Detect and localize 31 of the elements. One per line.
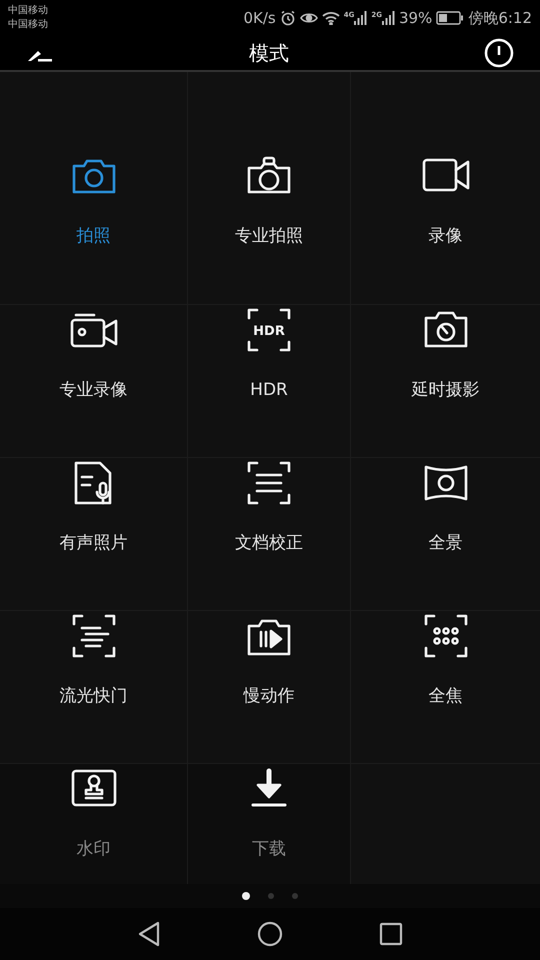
battery-percent: 39% bbox=[398, 9, 432, 27]
battery-icon bbox=[436, 11, 464, 25]
mode-option[interactable]: 录像 bbox=[351, 72, 540, 246]
info-icon[interactable] bbox=[484, 38, 514, 68]
carrier-name: 中国移动 bbox=[8, 4, 48, 18]
alarm-icon bbox=[280, 10, 296, 26]
recent-apps-icon[interactable] bbox=[379, 922, 403, 946]
mode-option[interactable]: 流光快门 bbox=[0, 611, 187, 706]
mode-option[interactable]: 专业拍照 bbox=[188, 72, 350, 246]
clock-time: 傍晚6:12 bbox=[468, 8, 532, 28]
mode-option[interactable]: 全焦 bbox=[351, 611, 540, 706]
mode-option[interactable]: 延时摄影 bbox=[351, 305, 540, 400]
back-icon[interactable] bbox=[137, 921, 161, 947]
home-icon[interactable] bbox=[257, 921, 283, 947]
signal-icon bbox=[354, 11, 368, 25]
document-scan-icon bbox=[245, 459, 293, 507]
mode-option[interactable]: 有声照片 bbox=[0, 458, 187, 553]
mode-option[interactable]: 全景 bbox=[351, 458, 540, 553]
mode-option[interactable]: 文档校正 bbox=[188, 458, 350, 553]
signal-icon bbox=[382, 11, 395, 25]
mode-option[interactable]: HDR HDR bbox=[188, 305, 350, 400]
carrier-name: 中国移动 bbox=[8, 18, 48, 32]
eye-icon bbox=[300, 11, 318, 25]
screen-title: 模式 bbox=[249, 40, 289, 66]
mode-option[interactable]: 慢动作 bbox=[188, 611, 350, 706]
focus-dots-icon bbox=[422, 612, 470, 660]
wifi-icon bbox=[322, 11, 340, 25]
mode-option[interactable]: 拍照 bbox=[0, 72, 187, 246]
mode-option[interactable]: 专业录像 bbox=[0, 305, 187, 400]
network-speed: 0K/s bbox=[243, 9, 276, 27]
light-streak-icon bbox=[70, 612, 118, 660]
